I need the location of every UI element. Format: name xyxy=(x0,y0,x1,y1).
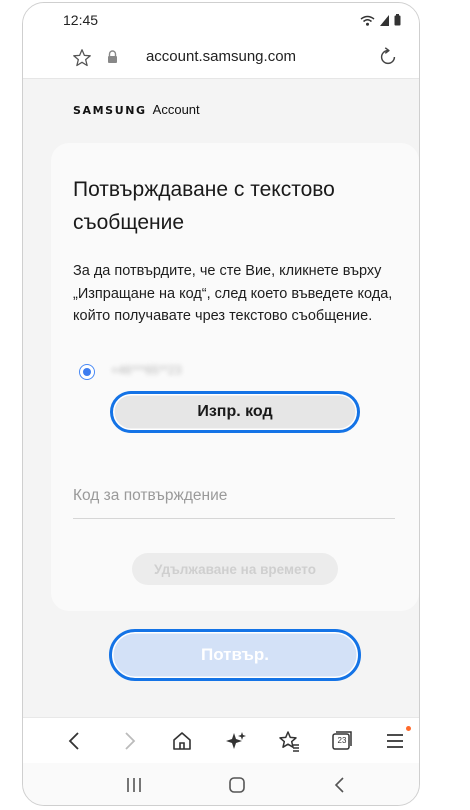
tabs-icon[interactable]: 23 xyxy=(330,729,354,753)
back-icon[interactable] xyxy=(63,729,87,753)
signal-icon xyxy=(380,14,389,26)
page-title: Потвърждаване с текстово съобщение xyxy=(73,178,335,234)
status-bar: 12:45 xyxy=(23,3,419,37)
system-navigation-bar xyxy=(23,763,419,805)
address-bar[interactable]: account.samsung.com xyxy=(23,37,419,79)
recents-icon[interactable] xyxy=(123,775,145,795)
brand-account: Account xyxy=(152,102,200,117)
menu-icon[interactable] xyxy=(383,726,411,753)
home-icon[interactable] xyxy=(170,729,194,753)
forward-icon[interactable] xyxy=(117,729,141,753)
phone-frame: 12:45 account.samsung.com SAMSUNG Accoun… xyxy=(22,2,420,806)
verification-code-placeholder: Код за потвърждение xyxy=(73,487,228,504)
verification-code-input[interactable]: Код за потвърждение xyxy=(73,479,395,519)
battery-icon xyxy=(394,14,401,26)
wifi-icon xyxy=(360,15,375,26)
confirm-button[interactable]: Потвър. xyxy=(109,629,361,681)
instructions-text: За да потвърдите, че сте Вие, кликнете в… xyxy=(73,263,393,324)
sparkle-icon[interactable] xyxy=(224,729,248,753)
samsung-account-logo: SAMSUNG Account xyxy=(73,102,200,117)
extend-time-button[interactable]: Удължаване на времето xyxy=(132,553,338,585)
phone-radio-button[interactable] xyxy=(79,364,95,380)
send-code-button[interactable]: Изпр. код xyxy=(110,391,360,433)
tabs-count: 23 xyxy=(337,736,347,745)
home-nav-icon[interactable] xyxy=(226,775,248,795)
url-text[interactable]: account.samsung.com xyxy=(23,48,419,65)
reload-icon[interactable] xyxy=(377,46,399,68)
verification-card: Потвърждаване с текстово съобщение За да… xyxy=(51,143,419,611)
masked-phone-number: +46***65**23 xyxy=(111,363,182,377)
browser-toolbar: 23 xyxy=(23,717,419,763)
page-content: SAMSUNG Account Потвърждаване с текстово… xyxy=(23,79,419,717)
status-time: 12:45 xyxy=(63,12,99,28)
menu-notification-dot xyxy=(406,726,411,731)
brand-samsung: SAMSUNG xyxy=(73,104,147,117)
status-icons xyxy=(360,14,401,26)
back-nav-icon[interactable] xyxy=(329,775,351,795)
bookmarks-icon[interactable] xyxy=(277,729,301,753)
